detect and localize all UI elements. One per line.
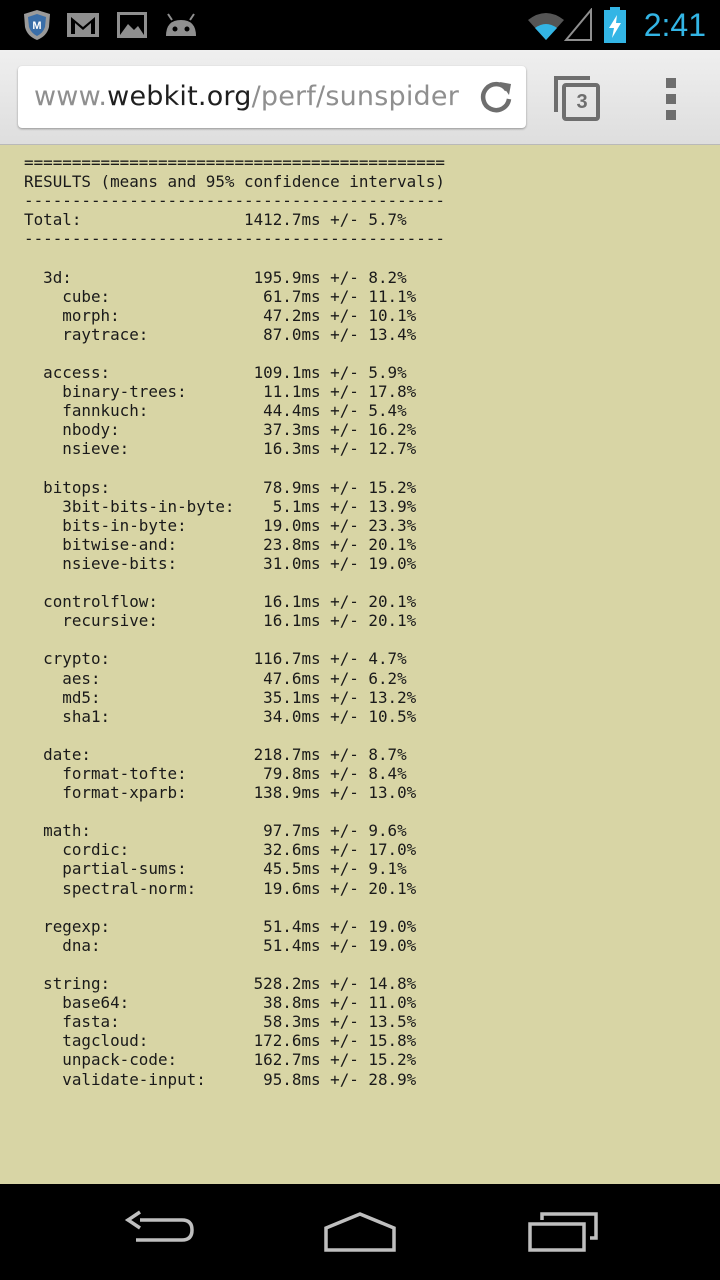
result-line: ----------------------------------------…: [24, 191, 445, 211]
result-line: spectral-norm: 19.6ms +/- 20.1%: [24, 878, 417, 898]
result-line: nsieve-bits: 31.0ms +/- 19.0%: [24, 553, 417, 573]
menu-dot-icon: [666, 78, 676, 88]
result-line: ========================================…: [24, 153, 445, 172]
result-line: regexp: 51.4ms +/- 19.0%: [24, 916, 417, 936]
result-line: nbody: 37.3ms +/- 16.2%: [24, 420, 417, 440]
wifi-icon: [528, 13, 564, 40]
result-line: bits-in-byte: 19.0ms +/- 23.3%: [24, 515, 417, 535]
reload-icon[interactable]: [478, 79, 514, 115]
status-bar: M 2:41: [0, 0, 720, 50]
result-line: cordic: 32.6ms +/- 17.0%: [24, 840, 417, 860]
cell-signal-icon: [564, 8, 592, 41]
menu-dot-icon: [666, 110, 676, 120]
home-icon[interactable]: [320, 1206, 400, 1254]
url-path: /perf/sunspider: [251, 81, 459, 112]
result-line: [24, 726, 445, 745]
result-line: date: 218.7ms +/- 8.7%: [24, 744, 407, 764]
result-line: nsieve: 16.3ms +/- 12.7%: [24, 439, 417, 459]
result-line: tagcloud: 172.6ms +/- 15.8%: [24, 1031, 417, 1051]
url-prefix: www.: [34, 81, 108, 112]
browser-toolbar: www.webkit.org/perf/sunspider 3: [0, 50, 720, 145]
result-line: [24, 630, 445, 649]
result-line: recursive: 16.1ms +/- 20.1%: [24, 611, 417, 631]
android-debug-icon: [166, 13, 196, 36]
result-line: cube: 61.7ms +/- 11.1%: [24, 286, 417, 306]
sunspider-results: ========================================…: [24, 153, 445, 1089]
battery-charging-icon: [604, 7, 626, 43]
result-line: access: 109.1ms +/- 5.9%: [24, 363, 407, 383]
tab-switcher-button[interactable]: 3: [552, 72, 602, 124]
result-line: [24, 802, 445, 821]
result-line: format-tofte: 79.8ms +/- 8.4%: [24, 764, 407, 783]
tab-count: 3: [576, 91, 588, 113]
result-line: fasta: 58.3ms +/- 13.5%: [24, 1012, 417, 1032]
result-line: ----------------------------------------…: [24, 229, 445, 249]
result-line: md5: 35.1ms +/- 13.2%: [24, 687, 417, 707]
result-line: bitwise-and: 23.8ms +/- 20.1%: [24, 534, 417, 554]
result-line: aes: 47.6ms +/- 6.2%: [24, 668, 407, 688]
result-line: 3bit-bits-in-byte: 5.1ms +/- 13.9%: [24, 496, 417, 516]
result-line: unpack-code: 162.7ms +/- 15.2%: [24, 1050, 417, 1070]
result-line: bitops: 78.9ms +/- 15.2%: [24, 477, 417, 497]
recent-apps-icon[interactable]: [520, 1206, 600, 1254]
gallery-picture-icon: [117, 12, 147, 38]
result-line: math: 97.7ms +/- 9.6%: [24, 821, 407, 841]
result-line: [24, 573, 445, 592]
navigation-bar: [0, 1184, 720, 1280]
menu-dot-icon: [666, 94, 676, 104]
result-line: [24, 955, 445, 974]
web-page-content[interactable]: ========================================…: [0, 145, 720, 1184]
result-line: sha1: 34.0ms +/- 10.5%: [24, 706, 417, 726]
result-line: partial-sums: 45.5ms +/- 9.1%: [24, 859, 407, 879]
result-line: dna: 51.4ms +/- 19.0%: [24, 935, 417, 955]
url-text[interactable]: www.webkit.org/perf/sunspider: [34, 66, 474, 128]
result-line: format-xparb: 138.9ms +/- 13.0%: [24, 783, 417, 803]
result-line: string: 528.2ms +/- 14.8%: [24, 974, 417, 994]
result-line: binary-trees: 11.1ms +/- 17.8%: [24, 382, 417, 402]
result-line: [24, 344, 445, 363]
result-line: base64: 38.8ms +/- 11.0%: [24, 993, 417, 1013]
result-line: morph: 47.2ms +/- 10.1%: [24, 305, 417, 325]
result-line: controlflow: 16.1ms +/- 20.1%: [24, 592, 417, 612]
result-line: fannkuch: 44.4ms +/- 5.4%: [24, 401, 407, 421]
result-line: Total: 1412.7ms +/- 5.7%: [24, 210, 407, 230]
result-line: [24, 248, 445, 267]
clock: 2:41: [643, 7, 706, 43]
gmail-icon: [67, 13, 99, 37]
url-host: webkit.org: [107, 81, 252, 112]
result-line: crypto: 116.7ms +/- 4.7%: [24, 649, 407, 669]
menu-button[interactable]: [656, 74, 686, 122]
svg-text:M: M: [32, 20, 41, 32]
back-icon[interactable]: [120, 1206, 200, 1254]
omnibox[interactable]: www.webkit.org/perf/sunspider: [18, 66, 526, 128]
result-line: RESULTS (means and 95% confidence interv…: [24, 172, 445, 192]
result-line: validate-input: 95.8ms +/- 28.9%: [24, 1069, 417, 1089]
result-line: raytrace: 87.0ms +/- 13.4%: [24, 324, 417, 344]
result-line: 3d: 195.9ms +/- 8.2%: [24, 267, 407, 287]
result-line: [24, 459, 445, 478]
antivirus-shield-icon: M: [24, 10, 50, 40]
result-line: [24, 898, 445, 917]
